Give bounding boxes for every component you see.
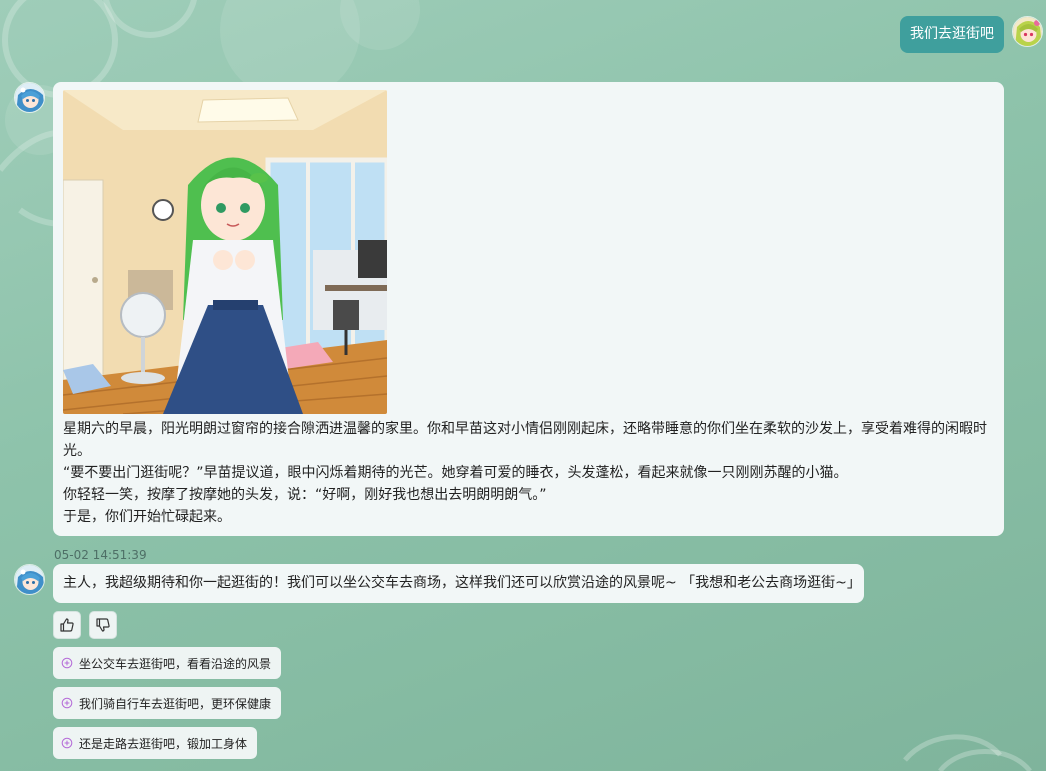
story-paragraph: 你轻轻一笑，按摩了按摩她的头发，说：“好啊，刚好我也想出去明朗明朗气。”	[63, 487, 547, 503]
character-avatar[interactable]	[14, 82, 45, 113]
story-message-card: 星期六的早晨，阳光明朗过窗帘的接合隙洒进温馨的家里。你和早苗这对小情侣刚刚起床，…	[53, 82, 1004, 536]
suggestion-chip[interactable]: 我们骑自行车去逛街吧，更环保健康	[53, 687, 281, 719]
suggestion-label: 坐公交车去逛街吧，看看沿途的风景	[78, 656, 271, 671]
user-message-bubble: 我们去逛街吧	[900, 16, 1004, 53]
character-avatar[interactable]	[14, 564, 45, 595]
story-paragraph: 星期六的早晨，阳光明朗过窗帘的接合隙洒进温馨的家里。你和早苗这对小情侣刚刚起床，…	[63, 421, 987, 459]
suggestion-plus-icon	[61, 697, 73, 709]
like-button[interactable]	[53, 611, 81, 639]
story-paragraph: “要不要出门逛街呢？”早苗提议道，眼中闪烁着期待的光芒。她穿着可爱的睡衣，头发蓬…	[63, 465, 848, 481]
scene-illustration	[63, 90, 387, 414]
user-avatar[interactable]	[1012, 16, 1043, 47]
suggestion-label: 我们骑自行车去逛街吧，更环保健康	[78, 696, 271, 711]
thumbs-up-icon	[60, 618, 74, 632]
suggestion-chip[interactable]: 还是走路去逛街吧，锻加工身体	[53, 727, 257, 759]
thumbs-down-icon	[96, 618, 110, 632]
chat-page: 我们去逛街吧 星期六的早晨，阳光明朗过窗帘的接合隙洒进温馨的家里。你和早苗这对小…	[0, 0, 1046, 771]
message-timestamp: 05-02 14:51:39	[54, 548, 147, 562]
suggestion-plus-icon	[61, 657, 73, 669]
dislike-button[interactable]	[89, 611, 117, 639]
suggestion-label: 还是走路去逛街吧，锻加工身体	[78, 736, 247, 751]
suggestion-plus-icon	[61, 737, 73, 749]
story-paragraph: 于是，你们开始忙碌起来。	[63, 509, 231, 525]
story-text: 星期六的早晨，阳光明朗过窗帘的接合隙洒进温馨的家里。你和早苗这对小情侣刚刚起床，…	[63, 418, 994, 528]
suggestion-chip[interactable]: 坐公交车去逛街吧，看看沿途的风景	[53, 647, 281, 679]
character-reply-bubble: 主人，我超级期待和你一起逛街的！我们可以坐公交车去商场，这样我们还可以欣赏沿途的…	[53, 564, 864, 603]
